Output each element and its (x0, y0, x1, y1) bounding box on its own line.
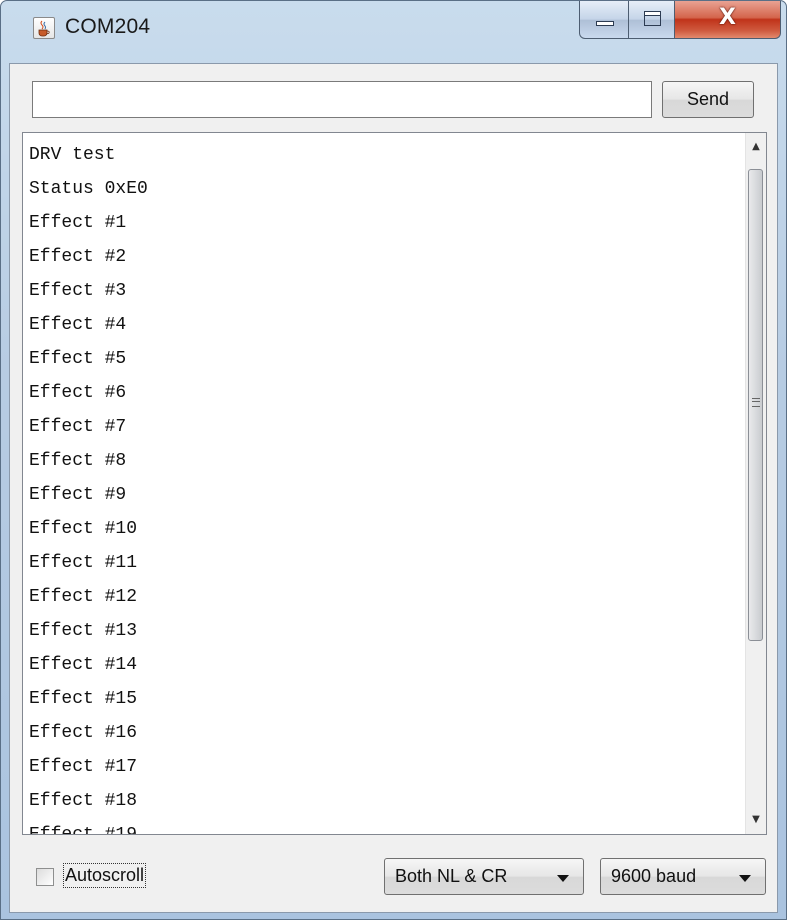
serial-output-line: Effect #13 (29, 621, 138, 641)
line-ending-select[interactable]: Both NL & CR (384, 858, 584, 895)
autoscroll-checkbox[interactable] (36, 868, 54, 886)
baud-rate-value: 9600 baud (611, 866, 697, 886)
baud-rate-select[interactable]: 9600 baud (600, 858, 766, 895)
window-title: COM204 (65, 15, 151, 38)
serial-output-line: Effect #18 (29, 791, 138, 811)
scroll-up-arrow-icon[interactable]: ▲ (746, 137, 766, 157)
maximize-button[interactable] (628, 1, 675, 39)
serial-output-area[interactable]: DRV test Status 0xE0 Effect #1 Effect #2 Eff… (22, 132, 767, 835)
serial-output-line: Effect #10 (29, 519, 138, 539)
serial-output-line: Effect #2 (29, 247, 127, 267)
serial-output-line: Effect #15 (29, 689, 138, 709)
java-cup-icon (33, 17, 55, 39)
title-bar[interactable]: COM204 X (1, 1, 786, 63)
serial-output-line: Effect #17 (29, 757, 138, 777)
serial-output-line: Effect #3 (29, 281, 127, 301)
serial-output-line: Effect #7 (29, 417, 127, 437)
serial-output-line: Effect #4 (29, 315, 127, 335)
serial-output-log: DRV test Status 0xE0 Effect #1 Effect #2 Eff… (29, 145, 148, 835)
vertical-scrollbar[interactable]: ▲ ▼ (745, 133, 766, 834)
serial-output-line: Effect #5 (29, 349, 127, 369)
send-button[interactable]: Send (662, 81, 754, 118)
client-area: Send DRV test Status 0xE0 Effect #1 Effect … (9, 63, 778, 913)
scroll-down-arrow-icon[interactable]: ▼ (746, 810, 766, 830)
minimize-button[interactable] (579, 1, 629, 39)
serial-output-line: Effect #8 (29, 451, 127, 471)
serial-output-line: Effect #16 (29, 723, 138, 743)
serial-output-line: Status 0xE0 (29, 179, 148, 199)
caption-buttons: X (579, 1, 781, 41)
close-button[interactable]: X (674, 1, 781, 39)
serial-output-line: Effect #1 (29, 213, 127, 233)
maximize-icon (644, 11, 661, 26)
grip-icon (752, 398, 760, 407)
scrollbar-thumb[interactable] (748, 169, 763, 641)
chevron-down-icon (739, 875, 751, 882)
close-icon: X (719, 5, 736, 30)
autoscroll-label[interactable]: Autoscroll (62, 863, 147, 888)
line-ending-value: Both NL & CR (395, 866, 508, 886)
serial-output-line: Effect #6 (29, 383, 127, 403)
minimize-icon (596, 21, 614, 26)
serial-output-line: Effect #9 (29, 485, 127, 505)
serial-output-line: Effect #11 (29, 553, 138, 573)
serial-output-line: Effect #19 (29, 825, 138, 835)
footer-bar: Autoscroll Both NL & CR 9600 baud (10, 835, 777, 912)
serial-monitor-window: COM204 X Send DRV test Status 0xE0 Effect … (0, 0, 787, 920)
serial-output-line: Effect #12 (29, 587, 138, 607)
chevron-down-icon (557, 875, 569, 882)
serial-send-input[interactable] (32, 81, 652, 118)
serial-output-line: DRV test (29, 145, 116, 165)
serial-output-line: Effect #14 (29, 655, 138, 675)
